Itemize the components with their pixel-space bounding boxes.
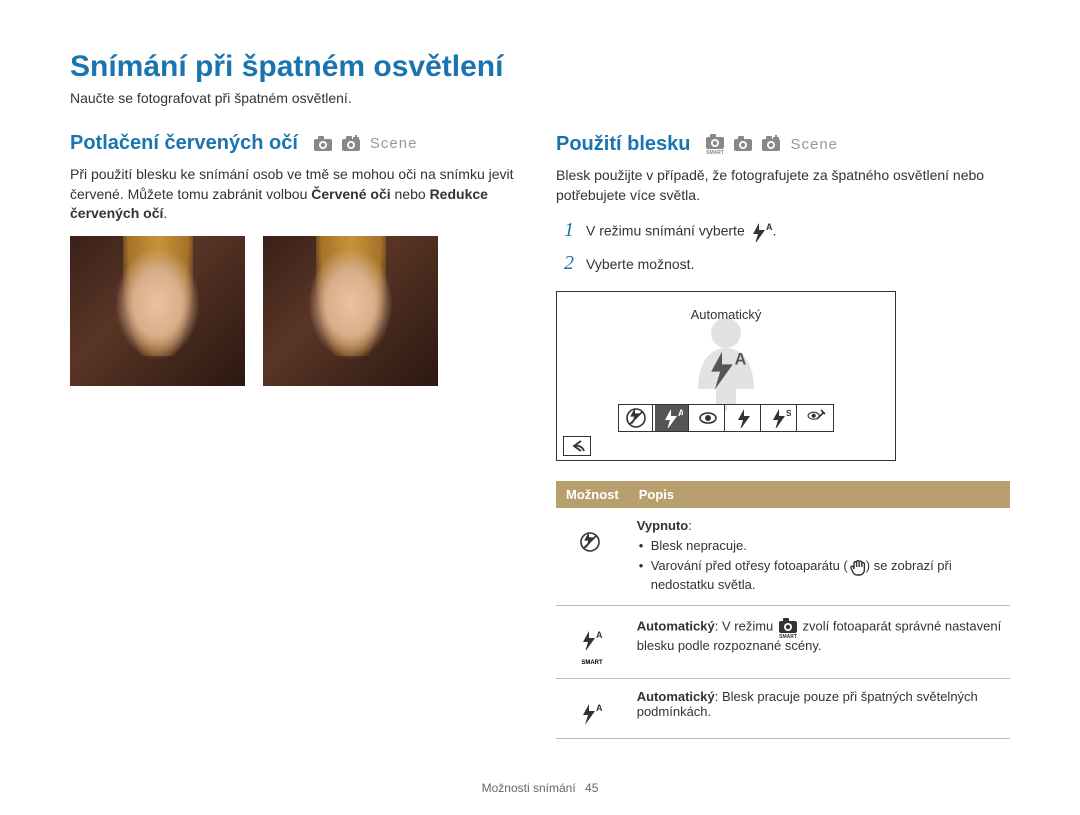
col-desc-header: Popis (629, 481, 1010, 508)
lcd-mode-label: Automatický (691, 307, 762, 322)
svg-text:SMART: SMART (582, 660, 604, 665)
col-option-header: Možnost (556, 481, 629, 508)
flash-off-option[interactable] (619, 405, 653, 431)
table-row: Automatický: Blesk pracuje pouze při špa… (556, 679, 1010, 739)
step-text: Vyberte možnost. (586, 256, 694, 272)
step-text: V režimu snímání vyberte (586, 223, 749, 239)
flash-fill-option[interactable] (727, 405, 761, 431)
page-number: 45 (585, 781, 598, 795)
flash-auto-large-icon (704, 350, 748, 390)
camera-plus-icon (340, 134, 364, 154)
camera-smart-icon (704, 132, 726, 156)
flash-auto-icon (579, 703, 605, 725)
redeye-description: Při použití blesku ke snímání osob ve tm… (70, 165, 524, 224)
mode-icons: Scene (312, 134, 418, 154)
sample-photo-redeye (70, 236, 245, 386)
step-number: 2 (556, 252, 574, 275)
footer-section: Možnosti snímání (482, 781, 576, 795)
section-title-redeye: Potlačení červených očí (70, 132, 298, 155)
back-button[interactable] (563, 436, 591, 456)
options-table: Možnost Popis Vypnuto: Blesk nepracuje. … (556, 481, 1010, 739)
table-row: Vypnuto: Blesk nepracuje. Varování před … (556, 508, 1010, 605)
flash-off-icon (580, 532, 604, 556)
lcd-preview: Automatický (556, 291, 896, 461)
page-title: Snímání při špatném osvětlení (70, 50, 1010, 84)
sample-photo-fixed (263, 236, 438, 386)
flash-slow-option[interactable] (763, 405, 797, 431)
camera-icon (732, 134, 754, 154)
left-column: Potlačení červených očí Scene Při použit… (70, 132, 524, 739)
flash-description: Blesk použijte v případě, že fotografuje… (556, 166, 1010, 205)
redeye-option[interactable] (691, 405, 725, 431)
smart-label-icon: SMART (579, 657, 605, 665)
redeye-fix-option[interactable] (799, 405, 833, 431)
lcd-options-bar (618, 404, 834, 432)
camera-smart-icon (777, 616, 799, 638)
step-1: 1 V režimu snímání vyberte . (556, 219, 1010, 242)
flash-auto-option[interactable] (655, 405, 689, 431)
page-footer: Možnosti snímání 45 (482, 781, 599, 795)
camera-plus-icon (760, 134, 784, 154)
table-row: SMART Automatický: V režimu zvolí fotoap… (556, 606, 1010, 679)
step-2: 2 Vyberte možnost. (556, 252, 1010, 275)
page-intro: Naučte se fotografovat při špatném osvět… (70, 90, 1010, 106)
flash-auto-icon (579, 630, 605, 650)
scene-mode-label: Scene (790, 136, 838, 153)
steps-list: 1 V režimu snímání vyberte . 2 Vyberte m… (556, 219, 1010, 275)
flash-auto-icon (749, 222, 773, 242)
step-number: 1 (556, 219, 574, 242)
scene-mode-label: Scene (370, 135, 418, 152)
hand-shake-icon (848, 558, 866, 576)
right-column: Použití blesku Scene Blesk použijte v př… (556, 132, 1010, 739)
section-title-flash: Použití blesku (556, 133, 690, 156)
camera-icon (312, 134, 334, 154)
desc-bullet: Blesk nepracuje. (637, 537, 1002, 555)
mode-icons: Scene (704, 132, 838, 156)
desc-bullet: Varování před otřesy fotoaparátu () se z… (637, 557, 1002, 593)
